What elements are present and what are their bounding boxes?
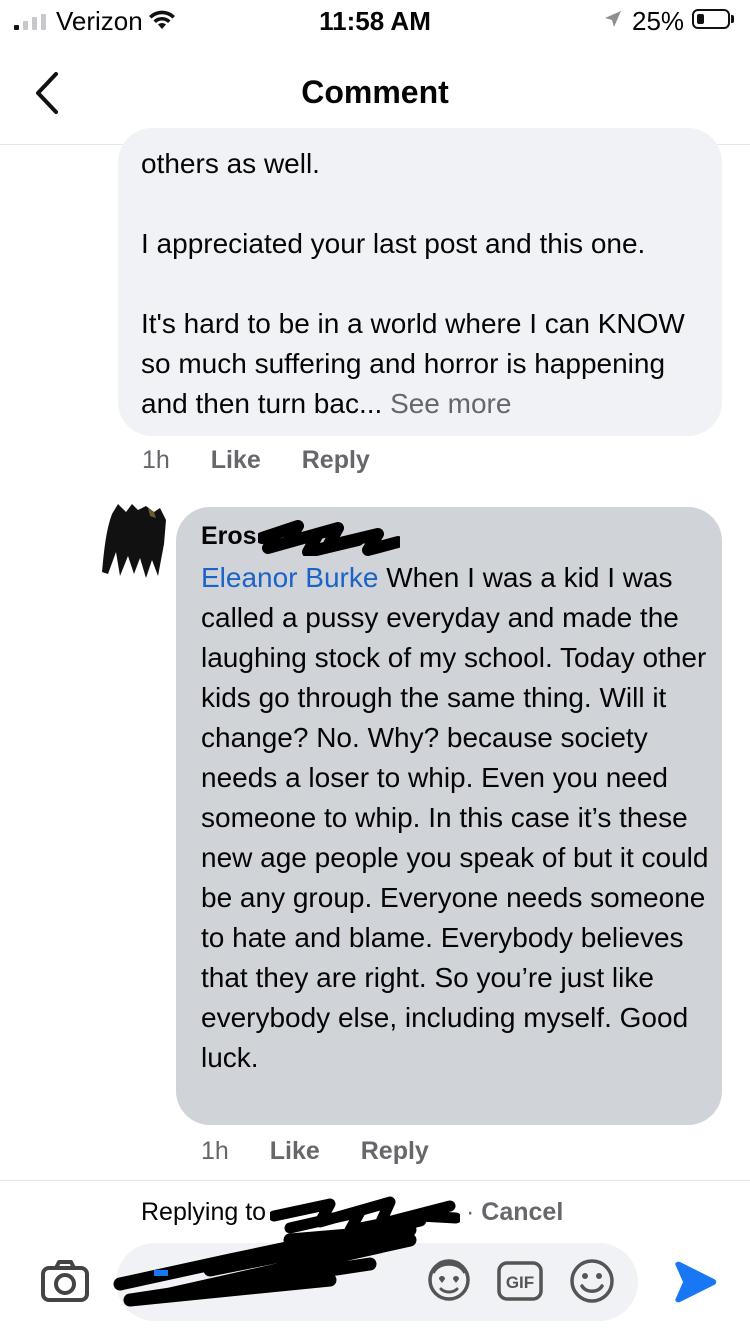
comment-text: others as well. I appreciated your last … (141, 144, 711, 424)
comment-author-name[interactable]: Eros (201, 522, 257, 551)
comment-text: Eleanor Burke When I was a kid I was cal… (201, 558, 711, 1078)
page-title: Comment (301, 74, 449, 110)
like-button[interactable]: Like (270, 1137, 320, 1166)
status-bar: Verizon 11:58 AM 25% (0, 0, 750, 40)
emoji-icon[interactable] (568, 1257, 616, 1305)
gif-icon[interactable]: GIF (496, 1260, 544, 1302)
comment-timestamp: 1h (201, 1137, 229, 1165)
battery-percent: 25% (632, 6, 685, 36)
reply-button[interactable]: Reply (302, 446, 370, 475)
redaction-scribble (258, 520, 400, 556)
redaction-scribble (113, 1213, 427, 1307)
separator-dot: · (466, 1198, 475, 1226)
battery-nub (731, 15, 734, 23)
camera-icon[interactable] (40, 1258, 90, 1304)
avatar[interactable] (98, 500, 168, 578)
send-arrow-icon[interactable] (670, 1258, 718, 1306)
cancel-button[interactable]: Cancel (481, 1198, 563, 1226)
comment-paragraph: I appreciated your last post and this on… (141, 228, 646, 259)
comment-paragraph: others as well. (141, 148, 320, 179)
comment-actions: 1h Like Reply (142, 446, 404, 475)
like-button[interactable]: Like (211, 446, 261, 475)
location-arrow-icon (605, 11, 621, 27)
see-more-link[interactable]: See more (390, 388, 511, 419)
comment-paragraph: It's hard to be in a world where I can K… (141, 304, 711, 424)
svg-text:GIF: GIF (506, 1273, 534, 1292)
comment-timestamp: 1h (142, 446, 170, 474)
reply-button[interactable]: Reply (361, 1137, 429, 1166)
avatar-sticker-icon[interactable] (424, 1257, 474, 1303)
comment-actions: 1h Like Reply (201, 1137, 463, 1166)
mention-link[interactable]: Eleanor Burke (201, 562, 378, 593)
battery-level-fill (697, 14, 704, 24)
comment-body: When I was a kid I was called a pussy ev… (201, 562, 709, 1073)
cancel-reply: · Cancel (466, 1198, 563, 1227)
battery-icon (692, 9, 730, 29)
